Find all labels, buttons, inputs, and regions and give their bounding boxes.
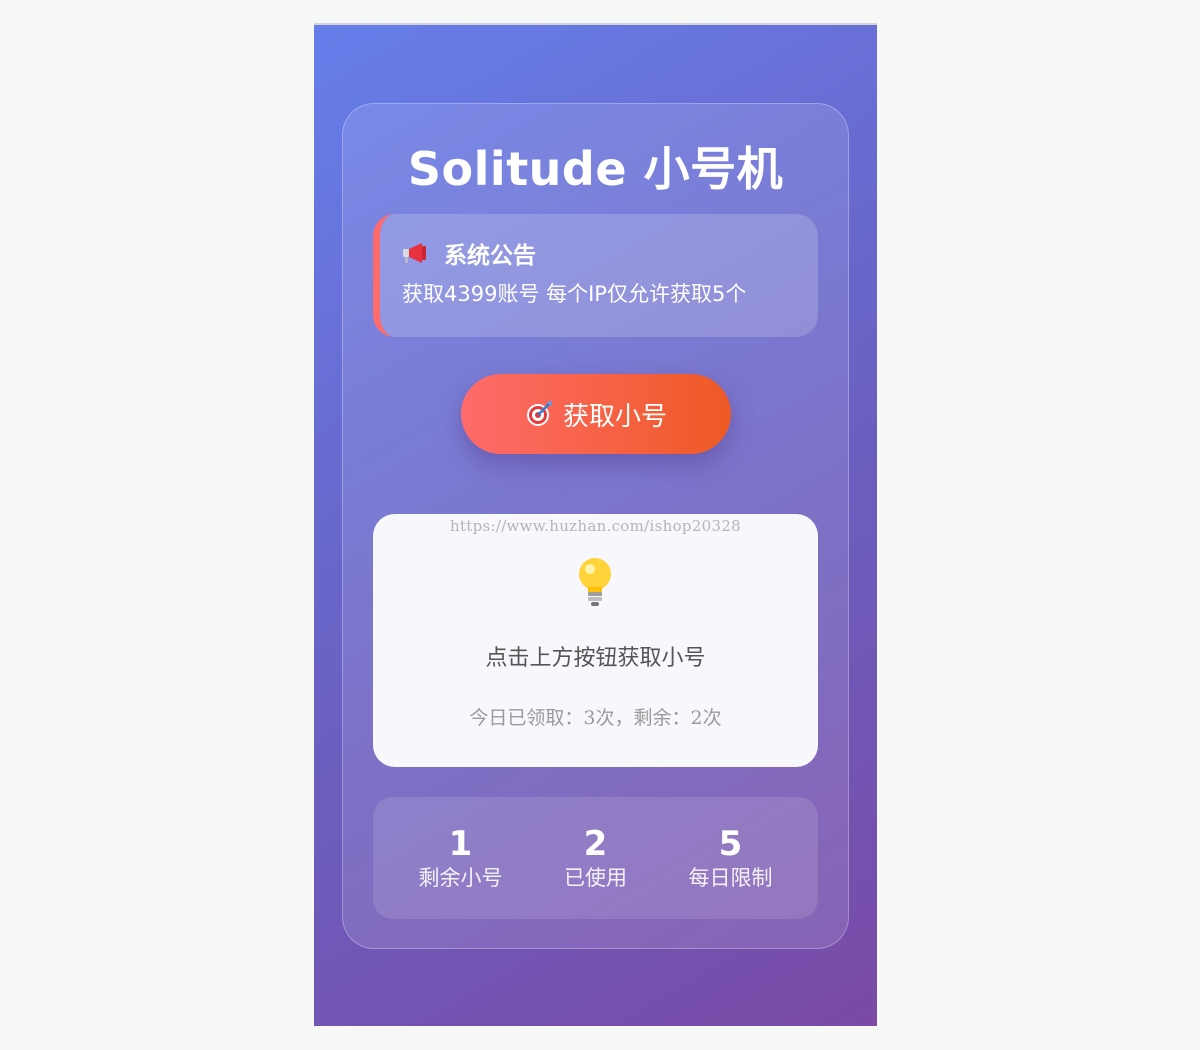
result-panel: https://www.huzhan.com/ishop20328 点击上方按钮… (373, 514, 818, 767)
megaphone-icon (403, 243, 426, 263)
stat-value: 1 (448, 824, 473, 864)
stat-value: 5 (718, 824, 743, 864)
app-title: Solitude 小号机 (407, 142, 784, 196)
stat-remaining: 1 剩余小号 (401, 824, 521, 892)
notice-title: 系统公告 (444, 243, 536, 269)
stat-daily-limit: 5 每日限制 (671, 824, 791, 892)
system-notice: 系统公告 获取4399账号 每个IP仅允许获取5个 (373, 214, 818, 337)
notice-header: 系统公告 (402, 236, 818, 270)
stats-bar: 1 剩余小号 2 已使用 5 每日限制 (373, 797, 818, 919)
lightbulb-icon (579, 558, 611, 606)
get-account-button[interactable]: 获取小号 (461, 374, 731, 454)
stat-label: 已使用 (564, 866, 627, 890)
app-viewport: Solitude 小号机 系统公告 获取4399账号 每个IP仅允许获取5个 获… (314, 23, 877, 1026)
stat-label: 每日限制 (688, 866, 773, 890)
get-account-label: 获取小号 (562, 401, 667, 432)
stat-value: 2 (583, 824, 608, 864)
main-card: Solitude 小号机 系统公告 获取4399账号 每个IP仅允许获取5个 获… (342, 103, 849, 949)
stat-used: 2 已使用 (536, 824, 656, 892)
watermark-text: https://www.huzhan.com/ishop20328 (449, 517, 742, 535)
notice-text: 获取4399账号 每个IP仅允许获取5个 (402, 282, 747, 306)
daily-counts: 今日已领取：3次，剩余：2次 (469, 707, 722, 729)
result-hint: 点击上方按钮获取小号 (485, 646, 706, 671)
stat-label: 剩余小号 (418, 866, 503, 890)
target-icon (526, 401, 552, 426)
